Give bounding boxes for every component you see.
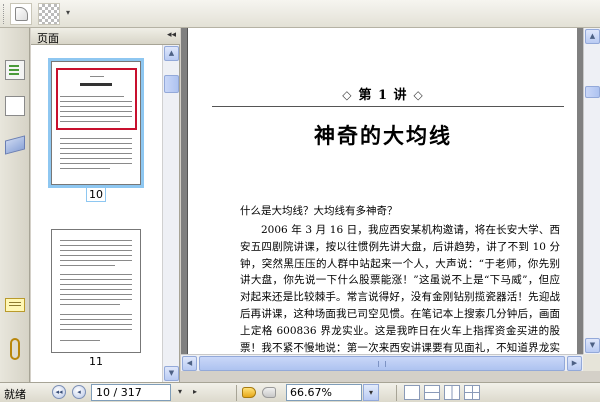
pages-panel-icon[interactable] bbox=[5, 60, 25, 80]
panel-header: 页面 ◂◂ bbox=[31, 28, 180, 45]
thumb-text-line bbox=[60, 314, 132, 315]
thumb-text-line bbox=[60, 250, 132, 251]
thumb-text-line bbox=[60, 138, 132, 139]
paragraph-question: 什么是大均线？大均线有多神奇？ bbox=[240, 205, 398, 217]
document-page: ◇ 第 1 讲 ◇ 神奇的大均线 什么是大均线？大均线有多神奇？ 2006 年 3 … bbox=[187, 28, 577, 354]
thumb-text-line bbox=[60, 299, 132, 300]
thumb-text-line bbox=[60, 284, 132, 285]
background-tool-button[interactable] bbox=[38, 3, 60, 25]
thumb-text-line bbox=[60, 121, 120, 122]
page-thumbnail-11[interactable] bbox=[51, 229, 141, 353]
thumbnail-label-10: 10 bbox=[51, 187, 141, 202]
status-text: 就绪 bbox=[4, 388, 26, 401]
status-bar: 就绪 ◂◂ ◂ 10 / 317 ▾ ▸ 66.67% ▾ bbox=[0, 382, 600, 402]
thumb-text-line bbox=[60, 163, 132, 164]
zoom-field[interactable]: 66.67% bbox=[286, 384, 362, 401]
scroll-down-button[interactable]: ▼ bbox=[585, 338, 600, 353]
thumb-text-line bbox=[60, 304, 120, 305]
attachment-icon[interactable] bbox=[10, 338, 20, 360]
thumb-text-line bbox=[60, 153, 132, 154]
thumbnail-label-11: 11 bbox=[89, 355, 103, 368]
forward-arrow-icon[interactable] bbox=[262, 387, 276, 398]
thumb-text-line bbox=[60, 101, 132, 102]
thumb-text-line bbox=[60, 148, 132, 149]
thumb-text-line bbox=[60, 319, 132, 320]
navigation-icon-strip bbox=[0, 28, 30, 382]
grip-icon bbox=[378, 361, 386, 367]
thumb-text-line bbox=[60, 240, 132, 241]
lecture-heading: ◇ 第 1 讲 ◇ bbox=[342, 88, 424, 103]
thumb-text-line bbox=[60, 329, 132, 330]
continuous-layout-icon[interactable] bbox=[424, 385, 440, 400]
page-thumbnail-10[interactable] bbox=[48, 58, 144, 188]
scroll-up-button[interactable]: ▲ bbox=[585, 29, 600, 44]
thumbnail-scrollbar[interactable]: ▲ ▼ bbox=[162, 45, 179, 382]
collapse-panel-icon[interactable]: ◂◂ bbox=[167, 30, 176, 40]
comment-icon[interactable] bbox=[5, 298, 25, 312]
thumb-text-line bbox=[60, 106, 132, 107]
edit-tool-button[interactable] bbox=[10, 3, 32, 25]
diamond-icon: ◇ bbox=[413, 88, 424, 102]
thumb-text-line bbox=[60, 245, 132, 246]
document-icon[interactable] bbox=[2, 93, 25, 116]
thumb-text-line bbox=[60, 158, 132, 159]
thumb-text-line bbox=[60, 340, 100, 341]
next-page-button[interactable]: ▸ bbox=[193, 385, 203, 399]
scroll-down-button[interactable]: ▼ bbox=[164, 366, 179, 381]
scroll-left-button[interactable]: ◀ bbox=[182, 356, 197, 371]
toolbar-grip[interactable] bbox=[3, 4, 6, 24]
document-vertical-scrollbar[interactable]: ▲ ▼ bbox=[583, 28, 600, 354]
first-page-button[interactable]: ◂◂ bbox=[52, 385, 66, 399]
scrollbar-corner bbox=[583, 354, 600, 371]
thumb-text-line bbox=[60, 116, 132, 117]
page-icon bbox=[15, 7, 28, 21]
thumb-text-line bbox=[60, 96, 124, 97]
thumb-title-line bbox=[80, 83, 112, 86]
continuous-facing-layout-icon[interactable] bbox=[464, 385, 480, 400]
divider bbox=[396, 385, 397, 401]
scroll-right-button[interactable]: ▶ bbox=[567, 356, 582, 371]
thumbnail-list: 10 11 bbox=[31, 45, 162, 382]
thumb-text-line bbox=[60, 265, 115, 266]
thumb-text-line bbox=[60, 294, 132, 295]
thumb-text-line bbox=[90, 76, 104, 77]
divider bbox=[236, 385, 237, 401]
thumb-text-line bbox=[60, 260, 132, 261]
thumb-text-line bbox=[60, 168, 110, 169]
horizontal-scroll-thumb[interactable] bbox=[199, 356, 565, 371]
page-dropdown-icon[interactable]: ▾ bbox=[178, 385, 188, 399]
panel-title: 页面 bbox=[37, 32, 59, 45]
thumb-text-line bbox=[60, 255, 132, 256]
document-horizontal-scrollbar[interactable]: ◀ ▶ bbox=[181, 354, 583, 371]
back-arrow-icon[interactable] bbox=[242, 387, 256, 398]
heading-rule bbox=[212, 106, 564, 107]
thumb-text-line bbox=[60, 324, 132, 325]
thumb-text-line bbox=[60, 111, 132, 112]
scroll-thumb[interactable] bbox=[164, 75, 179, 93]
paragraph-body: 2006 年 3 月 16 日，我应西安某机构邀请，将在长安大学、西安五四剧院讲… bbox=[240, 224, 560, 354]
thumb-text-line bbox=[60, 143, 132, 144]
thumb-text-line bbox=[60, 279, 132, 280]
toolbar: ▾ bbox=[0, 0, 600, 28]
toolbar-dropdown-icon[interactable]: ▾ bbox=[66, 8, 70, 17]
scroll-up-button[interactable]: ▲ bbox=[164, 46, 179, 61]
document-viewer[interactable]: ◇ 第 1 讲 ◇ 神奇的大均线 什么是大均线？大均线有多神奇？ 2006 年 3 … bbox=[181, 28, 583, 354]
zoom-dropdown-button[interactable]: ▾ bbox=[363, 384, 379, 401]
scroll-thumb[interactable] bbox=[585, 86, 600, 98]
single-page-layout-icon[interactable] bbox=[404, 385, 420, 400]
page-number-field[interactable]: 10 / 317 bbox=[91, 384, 171, 401]
thumb-text-line bbox=[60, 274, 132, 275]
layers-icon[interactable] bbox=[5, 135, 25, 155]
diamond-icon: ◇ bbox=[342, 88, 353, 102]
thumb-text-line bbox=[60, 289, 132, 290]
previous-page-button[interactable]: ◂ bbox=[72, 385, 86, 399]
chapter-title: 神奇的大均线 bbox=[314, 123, 452, 148]
pages-panel: 页面 ◂◂ 10 11 ▲ ▼ bbox=[31, 28, 180, 382]
facing-layout-icon[interactable] bbox=[444, 385, 460, 400]
